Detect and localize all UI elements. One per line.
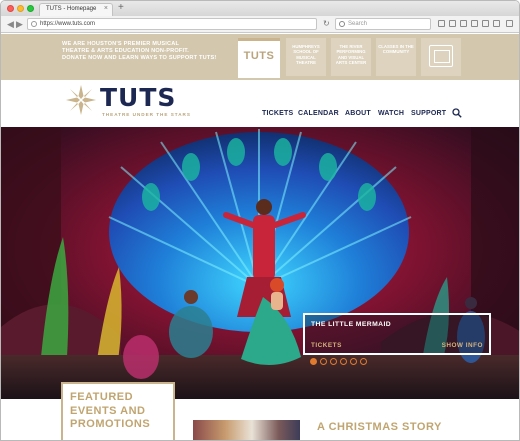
site-logo-wordmark[interactable]: TUTS: [100, 85, 176, 111]
site-tab-humphreys-label: HUMPHREYS SCHOOL OF MUSICAL THEATRE: [292, 44, 320, 66]
chat-icon[interactable]: [493, 20, 500, 27]
browser-tab-bar: TUTS - Homepage × +: [1, 1, 519, 16]
nav-watch[interactable]: WATCH: [378, 110, 404, 117]
site-tab-partner-logo[interactable]: [421, 38, 461, 76]
carousel-dot[interactable]: [360, 358, 367, 365]
site-tab-tuts-label: TUTS: [243, 50, 275, 62]
site-logo-tagline: THEATRE UNDER THE STARS: [102, 112, 191, 117]
site-tab-river-center-label: THE RIVER PERFORMING AND VISUAL ARTS CEN…: [335, 44, 367, 66]
site-tab-community-classes[interactable]: CLASSES IN THE COMMUNITY: [376, 38, 416, 76]
reload-icon[interactable]: ↻: [323, 18, 330, 30]
site-search-icon[interactable]: [452, 108, 462, 118]
browser-tab[interactable]: TUTS - Homepage ×: [39, 3, 113, 16]
and-text: AND: [102, 55, 119, 62]
download-icon[interactable]: [460, 20, 467, 27]
nav-tickets[interactable]: TICKETS: [262, 110, 293, 117]
tuts-star-logo-icon[interactable]: [64, 83, 98, 117]
bookmark-star-icon[interactable]: [438, 20, 445, 27]
site-tab-community-classes-label: CLASSES IN THE COMMUNITY: [378, 44, 414, 55]
nav-about[interactable]: ABOUT: [345, 110, 371, 117]
site-tab-river-center[interactable]: THE RIVER PERFORMING AND VISUAL ARTS CEN…: [331, 38, 371, 76]
mission-statement: WE ARE HOUSTON'S PREMIER MUSICAL THEATRE…: [62, 41, 232, 63]
browser-search-input[interactable]: Search: [335, 18, 431, 30]
support-link[interactable]: LEARN WAYS TO SUPPORT TUTS!: [118, 55, 216, 61]
mission-line-2: THEATRE & ARTS EDUCATION NON-PROFIT.: [62, 48, 190, 55]
site-tab-humphreys[interactable]: HUMPHREYS SCHOOL OF MUSICAL THEATRE: [286, 38, 326, 76]
tab-title: TUTS - Homepage: [46, 6, 97, 12]
back-icon[interactable]: ◀: [7, 18, 14, 30]
home-icon[interactable]: [471, 20, 478, 27]
carousel-dot[interactable]: [320, 358, 327, 365]
close-window-button[interactable]: [7, 5, 14, 12]
promo-image[interactable]: [193, 420, 300, 440]
maximize-window-button[interactable]: [27, 5, 34, 12]
carousel-dot[interactable]: [330, 358, 337, 365]
globe-icon: [31, 21, 37, 27]
show-info-link[interactable]: SHOW INFO: [442, 342, 483, 349]
show-title: THE LITTLE MERMAID: [311, 321, 392, 328]
carousel-dot[interactable]: [350, 358, 357, 365]
forward-icon[interactable]: ▶: [16, 18, 23, 30]
donate-link[interactable]: DONATE NOW: [62, 55, 102, 61]
search-placeholder: Search: [348, 21, 368, 27]
new-tab-button[interactable]: +: [118, 3, 124, 13]
featured-show-card: THE LITTLE MERMAID TICKETS SHOW INFO: [303, 313, 491, 355]
mission-line-3: DONATE NOW AND LEARN WAYS TO SUPPORT TUT…: [62, 55, 232, 62]
reading-list-icon[interactable]: [449, 20, 456, 27]
hero-stage-image: [1, 127, 519, 399]
partner-logo-icon: [429, 45, 453, 67]
pocket-icon[interactable]: [482, 20, 489, 27]
show-tickets-link[interactable]: TICKETS: [311, 342, 342, 349]
address-text: https://www.tuts.com: [40, 21, 96, 27]
browser-window: TUTS - Homepage × + ◀ ▶ https://www.tuts…: [0, 0, 520, 441]
mission-line-1: WE ARE HOUSTON'S PREMIER MUSICAL: [62, 41, 180, 47]
nav-support[interactable]: SUPPORT: [411, 110, 446, 117]
hero-banner[interactable]: [1, 127, 519, 399]
tab-close-icon[interactable]: ×: [104, 5, 108, 12]
promo-title[interactable]: A CHRISTMAS STORY: [317, 421, 442, 434]
featured-events-heading: FEATURED EVENTS AND PROMOTIONS: [70, 391, 151, 430]
site-tab-tuts[interactable]: TUTS: [238, 38, 280, 78]
carousel-dot[interactable]: [340, 358, 347, 365]
menu-icon[interactable]: [506, 20, 513, 27]
address-bar[interactable]: https://www.tuts.com: [27, 18, 317, 30]
browser-toolbar: ◀ ▶ https://www.tuts.com ↻ Search: [1, 16, 519, 33]
carousel-dot[interactable]: [310, 358, 317, 365]
featured-events-heading-box: FEATURED EVENTS AND PROMOTIONS: [61, 382, 175, 440]
search-icon: [339, 21, 345, 27]
minimize-window-button[interactable]: [17, 5, 24, 12]
nav-calendar[interactable]: CALENDAR: [298, 110, 339, 117]
